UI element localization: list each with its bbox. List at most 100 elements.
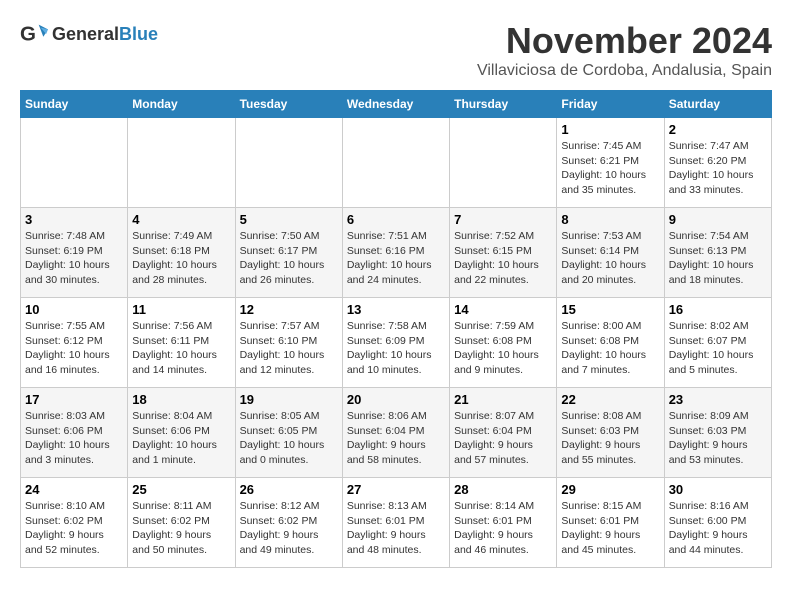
day-number: 27	[347, 482, 445, 497]
day-number: 22	[561, 392, 659, 407]
day-cell: 28 Sunrise: 8:14 AM Sunset: 6:01 PM Dayli…	[450, 478, 557, 568]
day-cell: 20 Sunrise: 8:06 AM Sunset: 6:04 PM Dayli…	[342, 388, 449, 478]
day-cell: 14Sunrise: 7:59 AM Sunset: 6:08 PM Dayli…	[450, 298, 557, 388]
weekday-monday: Monday	[128, 91, 235, 118]
day-cell: 24 Sunrise: 8:10 AM Sunset: 6:02 PM Dayli…	[21, 478, 128, 568]
day-info: Sunrise: 8:05 AM Sunset: 6:05 PM Dayligh…	[240, 409, 338, 468]
location-subtitle: Villaviciosa de Cordoba, Andalusia, Spai…	[477, 62, 772, 80]
day-info: Sunrise: 7:50 AM Sunset: 6:17 PM Dayligh…	[240, 229, 338, 288]
day-number: 12	[240, 302, 338, 317]
logo-general: General	[52, 24, 119, 44]
day-info: Sunrise: 7:45 AM Sunset: 6:21 PM Dayligh…	[561, 139, 659, 198]
day-info: Sunrise: 8:03 AM Sunset: 6:06 PM Dayligh…	[25, 409, 123, 468]
day-number: 24	[25, 482, 123, 497]
day-info: Sunrise: 8:12 AM Sunset: 6:02 PM Dayligh…	[240, 499, 338, 558]
logo-blue: Blue	[119, 24, 158, 44]
day-cell: 6Sunrise: 7:51 AM Sunset: 6:16 PM Daylig…	[342, 208, 449, 298]
day-number: 7	[454, 212, 552, 227]
day-number: 10	[25, 302, 123, 317]
day-cell: 15 Sunrise: 8:00 AM Sunset: 6:08 PM Dayli…	[557, 298, 664, 388]
day-cell	[342, 118, 449, 208]
day-number: 28	[454, 482, 552, 497]
day-cell: 30 Sunrise: 8:16 AM Sunset: 6:00 PM Dayli…	[664, 478, 771, 568]
day-number: 30	[669, 482, 767, 497]
weekday-sunday: Sunday	[21, 91, 128, 118]
day-info: Sunrise: 8:04 AM Sunset: 6:06 PM Dayligh…	[132, 409, 230, 468]
day-cell: 7 Sunrise: 7:52 AM Sunset: 6:15 PM Daylig…	[450, 208, 557, 298]
day-info: Sunrise: 8:00 AM Sunset: 6:08 PM Dayligh…	[561, 319, 659, 378]
day-info: Sunrise: 7:56 AM Sunset: 6:11 PM Dayligh…	[132, 319, 230, 378]
svg-text:G: G	[20, 23, 36, 46]
day-number: 19	[240, 392, 338, 407]
title-area: November 2024 Villaviciosa de Cordoba, A…	[477, 20, 772, 80]
day-number: 5	[240, 212, 338, 227]
day-number: 26	[240, 482, 338, 497]
day-number: 21	[454, 392, 552, 407]
day-cell: 25Sunrise: 8:11 AM Sunset: 6:02 PM Dayli…	[128, 478, 235, 568]
calendar-body: 1Sunrise: 7:45 AM Sunset: 6:21 PM Daylig…	[21, 118, 772, 568]
day-info: Sunrise: 7:52 AM Sunset: 6:15 PM Dayligh…	[454, 229, 552, 288]
day-cell: 4 Sunrise: 7:49 AM Sunset: 6:18 PM Daylig…	[128, 208, 235, 298]
day-info: Sunrise: 8:13 AM Sunset: 6:01 PM Dayligh…	[347, 499, 445, 558]
day-cell: 21Sunrise: 8:07 AM Sunset: 6:04 PM Dayli…	[450, 388, 557, 478]
weekday-friday: Friday	[557, 91, 664, 118]
day-number: 23	[669, 392, 767, 407]
day-cell: 19 Sunrise: 8:05 AM Sunset: 6:05 PM Dayli…	[235, 388, 342, 478]
day-info: Sunrise: 8:08 AM Sunset: 6:03 PM Dayligh…	[561, 409, 659, 468]
day-number: 18	[132, 392, 230, 407]
calendar-header: SundayMondayTuesdayWednesdayThursdayFrid…	[21, 91, 772, 118]
day-number: 25	[132, 482, 230, 497]
day-cell	[235, 118, 342, 208]
day-number: 3	[25, 212, 123, 227]
calendar-table: SundayMondayTuesdayWednesdayThursdayFrid…	[20, 90, 772, 568]
day-cell: 9Sunrise: 7:54 AM Sunset: 6:13 PM Daylig…	[664, 208, 771, 298]
day-cell: 18 Sunrise: 8:04 AM Sunset: 6:06 PM Dayli…	[128, 388, 235, 478]
day-cell	[21, 118, 128, 208]
day-info: Sunrise: 7:58 AM Sunset: 6:09 PM Dayligh…	[347, 319, 445, 378]
day-cell: 11Sunrise: 7:56 AM Sunset: 6:11 PM Dayli…	[128, 298, 235, 388]
day-cell: 17 Sunrise: 8:03 AM Sunset: 6:06 PM Dayli…	[21, 388, 128, 478]
day-cell: 12 Sunrise: 7:57 AM Sunset: 6:10 PM Dayli…	[235, 298, 342, 388]
day-number: 9	[669, 212, 767, 227]
day-number: 2	[669, 122, 767, 137]
day-cell: 26 Sunrise: 8:12 AM Sunset: 6:02 PM Dayli…	[235, 478, 342, 568]
day-number: 8	[561, 212, 659, 227]
day-info: Sunrise: 8:02 AM Sunset: 6:07 PM Dayligh…	[669, 319, 767, 378]
day-cell: 3 Sunrise: 7:48 AM Sunset: 6:19 PM Daylig…	[21, 208, 128, 298]
week-row-1: 3 Sunrise: 7:48 AM Sunset: 6:19 PM Daylig…	[21, 208, 772, 298]
day-info: Sunrise: 7:57 AM Sunset: 6:10 PM Dayligh…	[240, 319, 338, 378]
day-number: 20	[347, 392, 445, 407]
day-cell: 22 Sunrise: 8:08 AM Sunset: 6:03 PM Dayli…	[557, 388, 664, 478]
weekday-wednesday: Wednesday	[342, 91, 449, 118]
logo-icon: G	[20, 20, 48, 48]
day-cell: 1Sunrise: 7:45 AM Sunset: 6:21 PM Daylig…	[557, 118, 664, 208]
day-info: Sunrise: 8:14 AM Sunset: 6:01 PM Dayligh…	[454, 499, 552, 558]
day-cell	[450, 118, 557, 208]
day-cell: 2 Sunrise: 7:47 AM Sunset: 6:20 PM Daylig…	[664, 118, 771, 208]
day-info: Sunrise: 7:48 AM Sunset: 6:19 PM Dayligh…	[25, 229, 123, 288]
day-info: Sunrise: 8:16 AM Sunset: 6:00 PM Dayligh…	[669, 499, 767, 558]
week-row-3: 17 Sunrise: 8:03 AM Sunset: 6:06 PM Dayli…	[21, 388, 772, 478]
day-cell: 29Sunrise: 8:15 AM Sunset: 6:01 PM Dayli…	[557, 478, 664, 568]
month-title: November 2024	[477, 20, 772, 62]
day-number: 4	[132, 212, 230, 227]
week-row-2: 10 Sunrise: 7:55 AM Sunset: 6:12 PM Dayli…	[21, 298, 772, 388]
day-cell: 10 Sunrise: 7:55 AM Sunset: 6:12 PM Dayli…	[21, 298, 128, 388]
day-number: 15	[561, 302, 659, 317]
day-info: Sunrise: 7:55 AM Sunset: 6:12 PM Dayligh…	[25, 319, 123, 378]
day-info: Sunrise: 8:06 AM Sunset: 6:04 PM Dayligh…	[347, 409, 445, 468]
day-cell: 13Sunrise: 7:58 AM Sunset: 6:09 PM Dayli…	[342, 298, 449, 388]
day-cell: 16Sunrise: 8:02 AM Sunset: 6:07 PM Dayli…	[664, 298, 771, 388]
weekday-tuesday: Tuesday	[235, 91, 342, 118]
day-cell: 27 Sunrise: 8:13 AM Sunset: 6:01 PM Dayli…	[342, 478, 449, 568]
day-info: Sunrise: 7:47 AM Sunset: 6:20 PM Dayligh…	[669, 139, 767, 198]
weekday-row: SundayMondayTuesdayWednesdayThursdayFrid…	[21, 91, 772, 118]
week-row-4: 24 Sunrise: 8:10 AM Sunset: 6:02 PM Dayli…	[21, 478, 772, 568]
day-info: Sunrise: 7:59 AM Sunset: 6:08 PM Dayligh…	[454, 319, 552, 378]
day-info: Sunrise: 7:49 AM Sunset: 6:18 PM Dayligh…	[132, 229, 230, 288]
day-number: 17	[25, 392, 123, 407]
day-number: 29	[561, 482, 659, 497]
day-info: Sunrise: 8:10 AM Sunset: 6:02 PM Dayligh…	[25, 499, 123, 558]
logo: G GeneralBlue	[20, 20, 158, 48]
day-cell: 5 Sunrise: 7:50 AM Sunset: 6:17 PM Daylig…	[235, 208, 342, 298]
